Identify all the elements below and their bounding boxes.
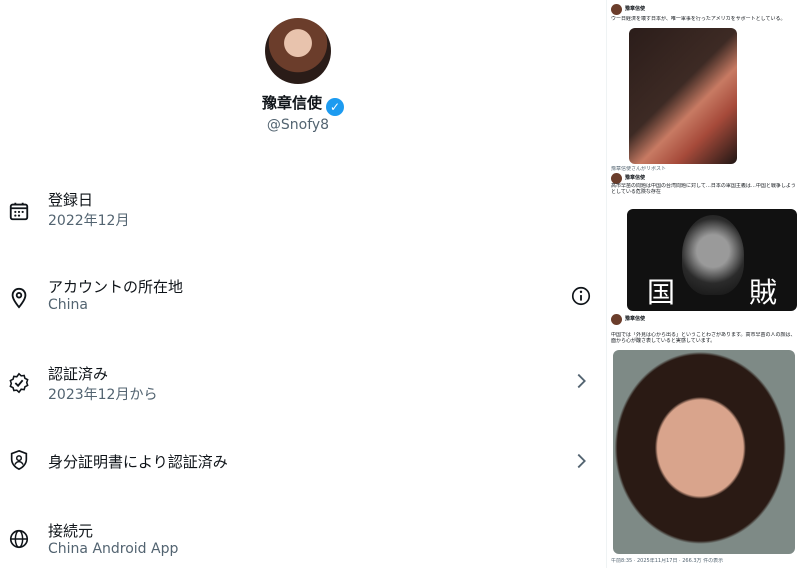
post-image[interactable]	[613, 350, 795, 554]
calendar-icon	[9, 202, 29, 221]
post-1[interactable]: 豫章信使 ウー日経済を壊す日本が、唯一軍事を行ったアメリカをサポートとしている。	[611, 4, 797, 164]
post-image[interactable]	[629, 28, 737, 164]
post-text: 中国では「外見は心から出る」ということわざがあります。高市早苗の人の顔は、面から…	[611, 332, 796, 344]
verified-badge-icon: ✓	[326, 98, 344, 116]
location-pin-icon	[11, 287, 27, 309]
post-2[interactable]: 豫章信使 高市早苗の問題は中国の台湾問題に対して…日本の軍国主義は…中国と戦争し…	[611, 173, 797, 313]
row-connected-via: 接続元 China Android App	[0, 517, 606, 567]
id-shield-icon	[10, 449, 28, 471]
posts-panel: 豫章信使 ウー日経済を壊す日本が、唯一軍事を行ったアメリカをサポートとしている。…	[606, 0, 800, 568]
row-title: 身分証明書により認証済み	[48, 453, 228, 471]
display-name: 豫章信使	[261, 94, 322, 112]
row-sub: China	[48, 297, 88, 313]
display-name-row: 豫章信使 ✓	[0, 92, 606, 116]
row-sub: 2022年12月	[48, 213, 130, 229]
row-title: 登録日	[48, 191, 94, 209]
avatar	[611, 4, 622, 15]
poster-char: 賊	[749, 276, 778, 309]
post-image[interactable]: 国 賊	[627, 209, 797, 311]
post-footer: 午前8:35 · 2025年11月17日 · 266.3万 件の表示	[611, 558, 724, 564]
avatar	[611, 314, 622, 325]
handle: @Snofy8	[266, 117, 330, 133]
row-title: 認証済み	[48, 365, 109, 383]
row-sub: China Android App	[48, 541, 179, 557]
row-title: 接続元	[48, 522, 94, 540]
post-text: 高市早苗の問題は中国の台湾問題に対して…日本の軍国主義は…中国と戦争しようとして…	[611, 183, 796, 195]
row-title: アカウントの所在地	[48, 278, 184, 296]
info-icon[interactable]	[570, 285, 592, 307]
row-verified[interactable]: 認証済み 2023年12月から	[0, 360, 606, 410]
row-sub: 2023年12月から	[48, 387, 158, 403]
post-author: 豫章信使	[625, 316, 646, 322]
post-header: 豫章信使	[611, 314, 797, 328]
chevron-right-icon[interactable]	[570, 450, 592, 472]
chevron-right-icon[interactable]	[570, 370, 592, 392]
row-joined: 登録日 2022年12月	[0, 186, 606, 236]
verified-outline-icon	[9, 372, 29, 394]
poster-char: 国	[647, 276, 676, 309]
globe-icon	[9, 529, 29, 549]
account-info-panel: 豫章信使 ✓ @Snofy8 登録日 2022年12月 アカウントの所在地 Chi…	[0, 0, 606, 568]
post-author: 豫章信使	[625, 175, 646, 181]
avatar[interactable]	[265, 18, 331, 84]
row-id-verified[interactable]: 身分証明書により認証済み	[0, 440, 606, 480]
post-3[interactable]: 豫章信使 中国では「外見は心から出る」ということわざがあります。高市早苗の人の顔…	[611, 314, 797, 568]
portrait-shape	[682, 215, 744, 295]
post-author: 豫章信使	[625, 6, 646, 12]
row-location: アカウントの所在地 China	[0, 273, 606, 323]
